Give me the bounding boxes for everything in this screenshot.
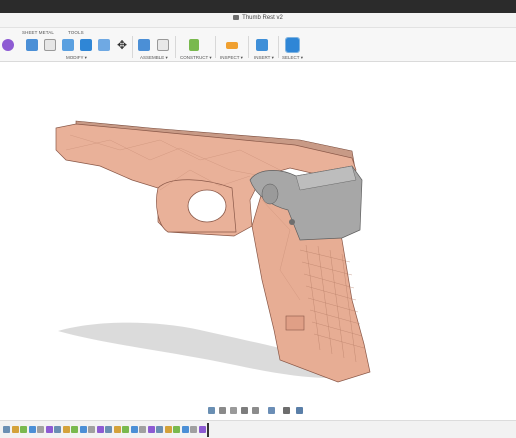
- navigation-bar: [206, 405, 306, 417]
- viewports-icon[interactable]: [296, 407, 303, 414]
- timeline: [0, 420, 516, 438]
- timeline-feature-icon[interactable]: [62, 426, 70, 433]
- insert-image-icon[interactable]: [256, 39, 268, 51]
- trigger-opening: [187, 189, 227, 223]
- model-canvas[interactable]: [0, 62, 516, 404]
- combine-icon[interactable]: [98, 39, 110, 51]
- select-menu[interactable]: SELECT ▾: [282, 55, 303, 61]
- timeline-feature-icon[interactable]: [173, 426, 180, 433]
- fillet-icon[interactable]: [44, 39, 56, 51]
- insert-menu[interactable]: INSERT ▾: [254, 55, 274, 61]
- inspect-menu[interactable]: INSPECT ▾: [220, 55, 243, 61]
- timeline-feature-icon[interactable]: [37, 426, 44, 433]
- timeline-feature-icon[interactable]: [130, 426, 138, 433]
- timeline-feature-icon[interactable]: [79, 426, 87, 433]
- 3d-viewport[interactable]: [0, 62, 516, 404]
- tab-sheet-metal[interactable]: SHEET METAL: [22, 30, 54, 35]
- joint-icon[interactable]: [157, 39, 169, 51]
- timeline-feature-icon[interactable]: [164, 426, 172, 433]
- separator: [248, 36, 249, 58]
- assemble-menu[interactable]: ASSEMBLE ▾: [140, 55, 168, 61]
- timeline-feature-icon[interactable]: [88, 426, 95, 433]
- fit-icon[interactable]: [252, 407, 259, 414]
- document-title-bar: Thumb Rest v2: [0, 13, 516, 28]
- zoom-icon[interactable]: [241, 407, 248, 414]
- separator: [132, 36, 133, 58]
- timeline-feature-icon[interactable]: [96, 426, 104, 433]
- ribbon-toolbar: SHEET METAL TOOLS ✥ MODIFY ▾ ASSEMBLE ▾ …: [0, 28, 516, 62]
- fusion-window: Thumb Rest v2 SHEET METAL TOOLS ✥ MODIFY…: [0, 0, 516, 438]
- modify-menu[interactable]: MODIFY ▾: [66, 55, 87, 61]
- application-bar: [0, 0, 516, 13]
- display-settings-icon[interactable]: [268, 407, 275, 414]
- pan-icon[interactable]: [230, 407, 237, 414]
- document-title[interactable]: Thumb Rest v2: [0, 15, 516, 21]
- document-icon: [233, 15, 240, 20]
- slide-stop: [261, 183, 279, 205]
- timeline-feature-icon[interactable]: [54, 426, 61, 433]
- timeline-feature-icon[interactable]: [20, 426, 27, 433]
- timeline-marker[interactable]: [207, 423, 209, 437]
- timeline-feature-icon[interactable]: [181, 426, 189, 433]
- move-copy-icon[interactable]: ✥: [116, 39, 128, 51]
- separator: [175, 36, 176, 58]
- offset-plane-icon[interactable]: [189, 39, 199, 51]
- select-icon[interactable]: [285, 37, 300, 53]
- press-pull-icon[interactable]: [26, 39, 38, 51]
- timeline-feature-icon[interactable]: [11, 426, 19, 433]
- create-form-icon[interactable]: [2, 39, 14, 51]
- timeline-feature-icon[interactable]: [105, 426, 112, 433]
- tab-tools[interactable]: TOOLS: [68, 30, 84, 35]
- timeline-feature-icon[interactable]: [122, 426, 129, 433]
- timeline-feature-icon[interactable]: [198, 426, 206, 433]
- timeline-feature-icon[interactable]: [71, 426, 78, 433]
- timeline-feature-icon[interactable]: [113, 426, 121, 433]
- pin-hole: [289, 219, 295, 225]
- separator: [278, 36, 279, 58]
- lanyard-cutout: [285, 315, 305, 331]
- measure-icon[interactable]: [226, 42, 238, 49]
- new-component-icon[interactable]: [138, 39, 150, 51]
- timeline-feature-icon[interactable]: [156, 426, 163, 433]
- document-title-text: Thumb Rest v2: [242, 15, 283, 21]
- separator: [215, 36, 216, 58]
- construct-menu[interactable]: CONSTRUCT ▾: [180, 55, 212, 61]
- look-at-icon[interactable]: [219, 407, 226, 414]
- timeline-feature-icon[interactable]: [190, 426, 197, 433]
- grid-icon[interactable]: [283, 407, 290, 414]
- timeline-feature-icon[interactable]: [45, 426, 53, 433]
- timeline-feature-icon[interactable]: [28, 426, 36, 433]
- timeline-feature-icon[interactable]: [3, 426, 10, 433]
- timeline-feature-icon[interactable]: [147, 426, 155, 433]
- chamfer-icon[interactable]: [62, 39, 74, 51]
- orbit-icon[interactable]: [208, 407, 215, 414]
- shell-icon[interactable]: [80, 39, 92, 51]
- timeline-feature-icon[interactable]: [139, 426, 146, 433]
